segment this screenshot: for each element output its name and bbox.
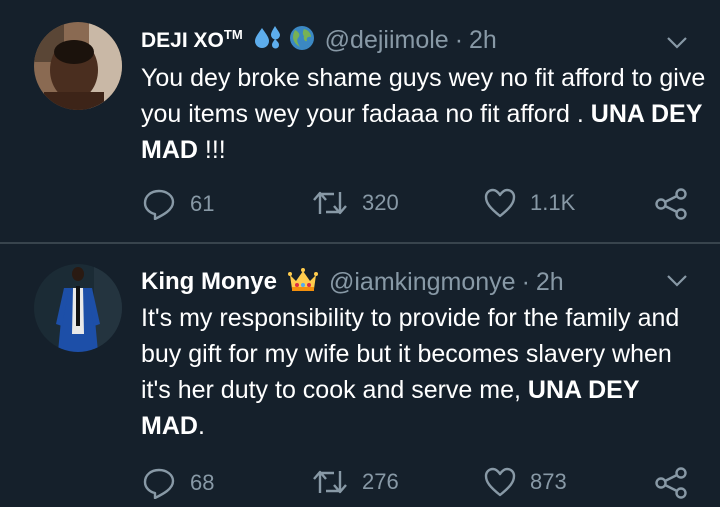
avatar[interactable] <box>34 264 122 352</box>
retweet-button[interactable]: 276 <box>312 467 399 497</box>
crown-emoji-icon <box>287 267 319 298</box>
chevron-down-icon[interactable] <box>666 36 688 50</box>
reply-icon <box>143 468 175 499</box>
reply-count: 61 <box>190 191 215 216</box>
share-button[interactable] <box>654 188 702 220</box>
retweet-count: 276 <box>362 469 399 494</box>
like-count: 1.1K <box>530 190 576 215</box>
avatar-image <box>34 22 122 110</box>
share-icon <box>655 188 687 220</box>
display-name[interactable]: DEJI XOTM <box>141 27 243 53</box>
retweet-button[interactable]: 320 <box>312 188 399 218</box>
retweet-icon <box>313 191 347 215</box>
tweet-header: DEJI XOTM @dejiimole · 2h <box>141 22 497 58</box>
globe-emoji-icon <box>289 25 315 56</box>
like-button[interactable]: 1.1K <box>484 188 575 218</box>
retweet-icon <box>313 470 347 494</box>
tweet[interactable]: DEJI XOTM @dejiimole · 2h You dey broke … <box>0 0 720 242</box>
tweet-actions: 68 276 873 <box>0 467 720 507</box>
share-button[interactable] <box>654 467 702 499</box>
droplets-emoji-icon <box>253 25 283 56</box>
reply-button[interactable]: 68 <box>142 467 214 499</box>
like-count: 873 <box>530 469 567 494</box>
timestamp[interactable]: 2h <box>469 26 497 55</box>
share-icon <box>655 467 687 499</box>
display-name[interactable]: King Monye <box>141 268 277 296</box>
tweet-text: It's my responsibility to provide for th… <box>141 304 680 440</box>
tweet-text: You dey broke shame guys wey no fit affo… <box>141 64 706 164</box>
chevron-down-icon[interactable] <box>666 274 688 288</box>
reply-button[interactable]: 61 <box>142 188 214 220</box>
separator: · <box>521 267 530 296</box>
tweet-actions: 61 320 1.1K <box>0 188 720 228</box>
handle[interactable]: @dejiimole <box>325 26 449 55</box>
separator: · <box>454 25 464 54</box>
avatar[interactable] <box>34 22 122 110</box>
tweet[interactable]: King Monye @iamkingmonye · 2h It's my re… <box>0 244 720 501</box>
heart-icon <box>484 188 516 218</box>
timestamp[interactable]: 2h <box>536 268 564 297</box>
handle[interactable]: @iamkingmonye <box>329 268 516 297</box>
retweet-count: 320 <box>362 190 399 215</box>
like-button[interactable]: 873 <box>484 467 567 497</box>
heart-icon <box>484 467 516 497</box>
avatar-image <box>34 264 122 352</box>
tweet-header: King Monye @iamkingmonye · 2h <box>141 264 564 300</box>
reply-icon <box>143 189 175 220</box>
reply-count: 68 <box>190 470 215 495</box>
